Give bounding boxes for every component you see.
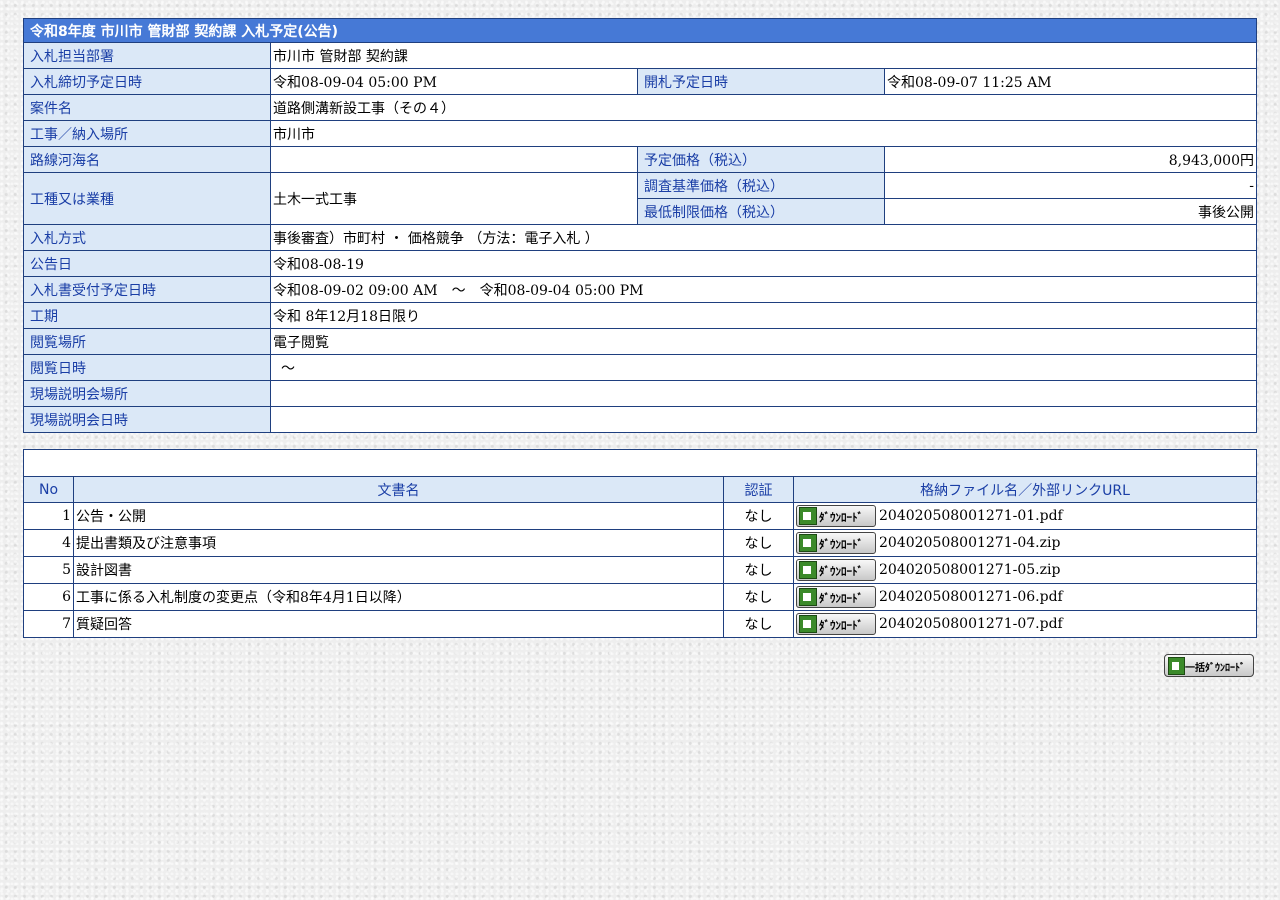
doc-file-name[interactable]: 204020508001271-07.pdf — [879, 616, 1063, 632]
view-date-value: ～ — [270, 354, 1257, 381]
opening-label: 開札予定日時 — [637, 68, 885, 95]
doc-auth: なし — [723, 583, 794, 611]
case-label: 案件名 — [23, 94, 271, 121]
doc-file-name[interactable]: 204020508001271-06.pdf — [879, 589, 1063, 605]
place-value: 市川市 — [270, 120, 1257, 147]
announce-label: 公告日 — [23, 250, 271, 277]
table-row: 7 質疑回答 なし ﾀﾞｳﾝﾛｰﾄﾞ 204020508001271-07.pdf — [23, 610, 1257, 638]
announce-value: 令和08-08-19 — [270, 250, 1257, 277]
doc-no: 5 — [23, 556, 74, 584]
route-label: 路線河海名 — [23, 146, 271, 173]
doc-no: 7 — [23, 610, 74, 638]
table-row: 6 工事に係る入札制度の変更点（令和8年4月1日以降） なし ﾀﾞｳﾝﾛｰﾄﾞ 2040… — [23, 583, 1257, 611]
notice-title: 令和8年度 市川市 管財部 契約課 入札予定(公告) — [23, 18, 1257, 43]
doc-file-cell: ﾀﾞｳﾝﾛｰﾄﾞ 204020508001271-01.pdf — [793, 502, 1257, 530]
download-icon — [799, 615, 817, 633]
view-place-label: 閲覧場所 — [23, 328, 271, 355]
table-row: 1 公告・公開 なし ﾀﾞｳﾝﾛｰﾄﾞ 204020508001271-01.pdf — [23, 502, 1257, 530]
type-value: 土木一式工事 — [270, 172, 638, 225]
download-label: ﾀﾞｳﾝﾛｰﾄﾞ — [819, 592, 863, 605]
table-row: 5 設計図書 なし ﾀﾞｳﾝﾛｰﾄﾞ 204020508001271-05.zip — [23, 556, 1257, 584]
place-label: 工事／納入場所 — [23, 120, 271, 147]
min-price-value: 事後公開 — [884, 198, 1257, 225]
doc-name: 質疑回答 — [73, 610, 724, 638]
view-date-label: 閲覧日時 — [23, 354, 271, 381]
download-button[interactable]: ﾀﾞｳﾝﾛｰﾄﾞ — [796, 559, 876, 581]
col-name-header: 文書名 — [73, 476, 724, 503]
type-label: 工種又は業種 — [23, 172, 271, 225]
period-label: 工期 — [23, 302, 271, 329]
receipt-value: 令和08-09-02 09:00 AM ～ 令和08-09-04 05:00 P… — [270, 276, 1257, 303]
doc-name: 工事に係る入札制度の変更点（令和8年4月1日以降） — [73, 583, 724, 611]
download-icon — [1168, 657, 1185, 675]
download-label: ﾀﾞｳﾝﾛｰﾄﾞ — [819, 511, 863, 524]
download-label: ﾀﾞｳﾝﾛｰﾄﾞ — [819, 565, 863, 578]
doc-auth: なし — [723, 556, 794, 584]
bulk-download-button[interactable]: 一括ﾀﾞｳﾝﾛｰﾄﾞ — [1164, 654, 1254, 677]
method-value: 事後審査）市町村 ・ 価格競争 （方法：電子入札 ） — [270, 224, 1257, 251]
doc-no: 4 — [23, 529, 74, 557]
download-button[interactable]: ﾀﾞｳﾝﾛｰﾄﾞ — [796, 613, 876, 635]
table-row: 4 提出書類及び注意事項 なし ﾀﾞｳﾝﾛｰﾄﾞ 204020508001271-04.… — [23, 529, 1257, 557]
doc-file-cell: ﾀﾞｳﾝﾛｰﾄﾞ 204020508001271-04.zip — [793, 529, 1257, 557]
deadline-value: 令和08-09-04 05:00 PM — [270, 68, 638, 95]
download-icon — [799, 507, 817, 525]
min-price-label: 最低制限価格（税込） — [637, 198, 885, 225]
col-no-header: No — [23, 476, 74, 503]
dept-label: 入札担当部署 — [23, 42, 271, 69]
download-label: ﾀﾞｳﾝﾛｰﾄﾞ — [819, 538, 863, 551]
method-label: 入札方式 — [23, 224, 271, 251]
opening-value: 令和08-09-07 11:25 AM — [884, 68, 1257, 95]
survey-price-value: - — [884, 172, 1257, 199]
doc-auth: なし — [723, 529, 794, 557]
site-place-value — [270, 380, 1257, 407]
doc-no: 6 — [23, 583, 74, 611]
route-value — [270, 146, 638, 173]
documents-table: 説明文書等 No 文書名 認証 格納ファイル名／外部リンクURL 1 公告・公開な… — [23, 449, 1257, 638]
doc-file-cell: ﾀﾞｳﾝﾛｰﾄﾞ 204020508001271-06.pdf — [793, 583, 1257, 611]
view-place-value: 電子閲覧 — [270, 328, 1257, 355]
doc-no: 1 — [23, 502, 74, 530]
deadline-label: 入札締切予定日時 — [23, 68, 271, 95]
bulk-download-label: 一括ﾀﾞｳﾝﾛｰﾄﾞ — [1185, 663, 1245, 674]
survey-price-label: 調査基準価格（税込） — [637, 172, 885, 199]
doc-file-name[interactable]: 204020508001271-05.zip — [879, 562, 1060, 578]
site-place-label: 現場説明会場所 — [23, 380, 271, 407]
dept-value: 市川市 管財部 契約課 — [270, 42, 1257, 69]
planned-price-label: 予定価格（税込） — [637, 146, 885, 173]
col-auth-header: 認証 — [723, 476, 794, 503]
doc-file-name[interactable]: 204020508001271-04.zip — [879, 535, 1060, 551]
planned-price-value: 8,943,000円 — [884, 146, 1257, 173]
period-value: 令和 8年12月18日限り — [270, 302, 1257, 329]
notice-table: 令和8年度 市川市 管財部 契約課 入札予定(公告) 入札担当部署 市川市 管財… — [23, 18, 1257, 433]
doc-name: 公告・公開 — [73, 502, 724, 530]
col-file-header: 格納ファイル名／外部リンクURL — [793, 476, 1257, 503]
doc-auth: なし — [723, 610, 794, 638]
receipt-label: 入札書受付予定日時 — [23, 276, 271, 303]
download-icon — [799, 561, 817, 579]
doc-name: 設計図書 — [73, 556, 724, 584]
documents-rows: 1 公告・公開 なし ﾀﾞｳﾝﾛｰﾄﾞ 204020508001271-01.pdf 4 提… — [23, 502, 1257, 638]
site-date-value — [270, 406, 1257, 433]
download-icon — [799, 588, 817, 606]
download-button[interactable]: ﾀﾞｳﾝﾛｰﾄﾞ — [796, 532, 876, 554]
doc-file-cell: ﾀﾞｳﾝﾛｰﾄﾞ 204020508001271-07.pdf — [793, 610, 1257, 638]
doc-file-cell: ﾀﾞｳﾝﾛｰﾄﾞ 204020508001271-05.zip — [793, 556, 1257, 584]
doc-auth: なし — [723, 502, 794, 530]
site-date-label: 現場説明会日時 — [23, 406, 271, 433]
doc-file-name[interactable]: 204020508001271-01.pdf — [879, 508, 1063, 524]
download-button[interactable]: ﾀﾞｳﾝﾛｰﾄﾞ — [796, 505, 876, 527]
documents-title: 説明文書等 — [23, 449, 1257, 477]
download-button[interactable]: ﾀﾞｳﾝﾛｰﾄﾞ — [796, 586, 876, 608]
download-label: ﾀﾞｳﾝﾛｰﾄﾞ — [819, 619, 863, 632]
doc-name: 提出書類及び注意事項 — [73, 529, 724, 557]
download-icon — [799, 534, 817, 552]
case-value: 道路側溝新設工事（その４） — [270, 94, 1257, 121]
